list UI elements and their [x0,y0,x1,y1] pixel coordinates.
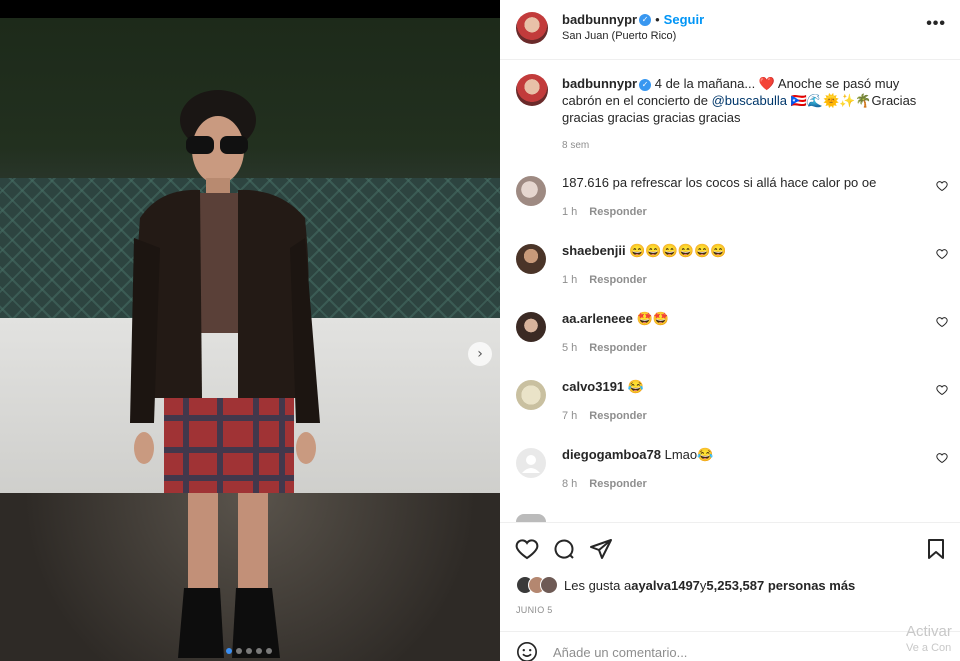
verified-icon: ✓ [639,78,652,91]
heart-icon[interactable] [936,180,948,192]
commenter-avatar[interactable] [516,380,546,410]
post-location[interactable]: San Juan (Puerto Rico) [562,30,676,42]
carousel-dots [226,648,272,654]
verified-icon: ✓ [639,13,652,26]
comment-meta: 1 h Responder [562,274,647,286]
photo-subject [130,90,320,658]
carousel-dot [266,648,272,654]
comment-text: diegogamboa78 Lmao😂 [562,446,922,463]
comment-body: 🤩🤩 [636,311,669,326]
author-username[interactable]: badbunnypr [562,12,637,27]
commenter-avatar[interactable] [516,176,546,206]
share-icon[interactable] [589,537,613,561]
heart-icon[interactable] [515,537,539,561]
comment-text: calvo3191 😂 [562,378,922,395]
reply-button[interactable]: Responder [589,274,646,286]
post-date[interactable]: JUNIO 5 [516,605,553,615]
likes-user[interactable]: ayalva1497 [631,578,700,593]
separator-dot: • [655,12,660,27]
likes-count[interactable]: 5,253,587 personas más [706,578,855,593]
author-line: badbunnypr ✓ • Seguir [562,11,704,29]
post-actions: Les gusta a ayalva1497 y 5,253,587 perso… [500,522,960,661]
comment-meta: 5 h Responder [562,342,647,354]
comment-meta: 1 h Responder [562,206,647,218]
commenter-avatar[interactable] [516,448,546,478]
comment-item: diegogamboa78 Lmao😂 8 h Responder [500,446,960,514]
comment-icon[interactable] [552,537,576,561]
caption-timestamp[interactable]: 8 sem [562,140,589,151]
caption-mention[interactable]: @buscabulla [712,93,787,108]
likes-summary: Les gusta a ayalva1497 y 5,253,587 perso… [516,576,855,594]
commenter-username[interactable]: aa.arleneee [562,311,633,326]
watermark-line-2: Ve a Con [906,642,952,654]
comment-time[interactable]: 8 h [562,478,577,490]
caption-avatar[interactable] [516,74,548,106]
follow-button[interactable]: Seguir [664,12,704,27]
comment-body: Lmao😂 [664,447,714,462]
caption-username[interactable]: badbunnypr [562,76,637,91]
commenter-username[interactable]: shaebenjii [562,243,626,258]
commenter-avatar[interactable] [516,312,546,342]
heart-icon[interactable] [936,452,948,464]
reply-button[interactable]: Responder [589,342,646,354]
emoji-icon[interactable] [516,641,538,661]
comment-text: shaebenjii 😄😄😄😄😄😄 [562,242,922,259]
add-comment-bar: Añade un comentario... [500,631,960,661]
comment-item: 187.616 pa refrescar los cocos si allá h… [500,174,960,242]
heart-icon[interactable] [936,248,948,260]
likers-avatars[interactable] [516,576,564,594]
caption-text-1: 4 de la mañana... [654,76,759,91]
comment-item: shaebenjii 😄😄😄😄😄😄 1 h Responder [500,242,960,310]
partial-comment-avatar [516,514,546,522]
post-photo[interactable]: › [0,18,500,661]
post-caption: badbunnypr ✓ 4 de la mañana... ❤️ Anoche … [562,75,942,126]
comment-time[interactable]: 7 h [562,410,577,422]
carousel-dot [246,648,252,654]
comment-item: aa.arleneee 🤩🤩 5 h Responder [500,310,960,378]
reply-button[interactable]: Responder [589,206,646,218]
comment-time[interactable]: 1 h [562,274,577,286]
comment-text: 187.616 pa refrescar los cocos si allá h… [562,174,922,191]
commenter-username[interactable]: calvo3191 [562,379,624,394]
bookmark-icon[interactable] [924,537,948,561]
comment-time[interactable]: 5 h [562,342,577,354]
comment-time[interactable]: 1 h [562,206,577,218]
carousel-dot [256,648,262,654]
caption-heart: ❤️ [758,76,775,91]
comment-input[interactable]: Añade un comentario... [553,645,687,660]
comment-item: calvo3191 😂 7 h Responder [500,378,960,446]
commenter-username[interactable]: diegogamboa78 [562,447,661,462]
watermark-line-1: Activar [906,623,952,640]
chevron-right-icon: › [477,346,483,362]
likes-prefix: Les gusta a [564,577,632,593]
post-header: badbunnypr ✓ • Seguir San Juan (Puerto Rico… [500,0,960,60]
comment-meta: 8 h Responder [562,478,647,490]
heart-icon[interactable] [936,384,948,396]
more-options-icon[interactable]: ••• [926,15,946,33]
comment-meta: 7 h Responder [562,410,647,422]
default-avatar-icon [522,455,540,473]
heart-icon[interactable] [936,316,948,328]
comment-body: 😂 [627,379,644,394]
carousel-next-button[interactable]: › [468,342,492,366]
reply-button[interactable]: Responder [589,478,646,490]
comment-body: 187.616 pa refrescar los cocos si allá h… [562,175,877,190]
author-avatar[interactable] [516,12,548,44]
carousel-dot [236,648,242,654]
commenter-avatar[interactable] [516,244,546,274]
comment-body: 😄😄😄😄😄😄 [629,243,727,258]
windows-activation-watermark: Activar Ve a Con [906,624,960,656]
post-details-panel: badbunnypr ✓ • Seguir San Juan (Puerto Rico… [500,0,960,661]
carousel-dot [226,648,232,654]
comment-text: aa.arleneee 🤩🤩 [562,310,922,327]
reply-button[interactable]: Responder [589,410,646,422]
